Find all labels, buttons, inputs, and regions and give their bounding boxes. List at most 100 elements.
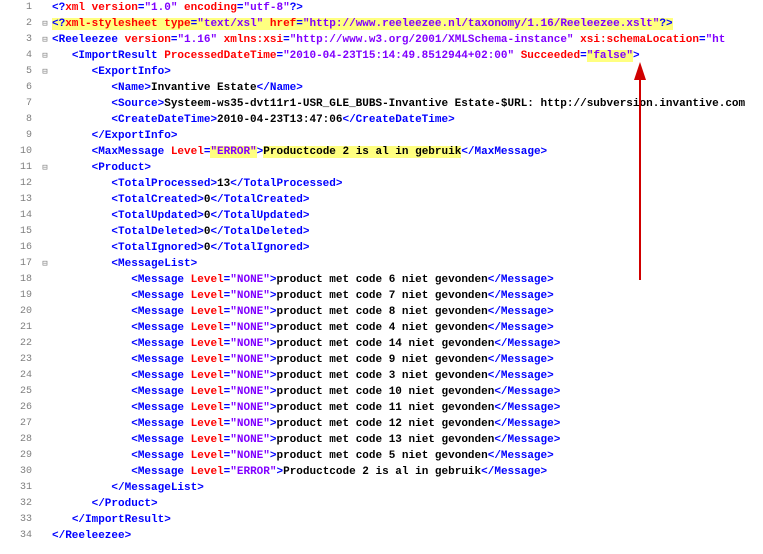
token: <TotalDeleted> bbox=[111, 226, 203, 238]
token: > bbox=[633, 50, 640, 62]
line-number: 1 bbox=[0, 0, 38, 16]
token: "2010-04-23T15:14:49.8512944+02:00" bbox=[283, 50, 514, 62]
token: <Message bbox=[131, 306, 190, 318]
code-line: 5⊟ <ExportInfo> bbox=[0, 64, 763, 80]
token: Level bbox=[191, 434, 224, 446]
token: "utf-8" bbox=[243, 2, 289, 14]
token: <Reeleezee bbox=[52, 34, 125, 46]
token: "NONE" bbox=[230, 418, 270, 430]
code-line: 17⊟ <MessageList> bbox=[0, 256, 763, 272]
token: 2010-04-23T13:47:06 bbox=[217, 114, 342, 126]
token: encoding bbox=[177, 2, 236, 14]
line-number: 32 bbox=[0, 496, 38, 512]
token: product met code 11 niet gevonden bbox=[276, 402, 494, 414]
fold-toggle[interactable]: ⊟ bbox=[38, 32, 52, 48]
token: product met code 13 niet gevonden bbox=[276, 434, 494, 446]
token: ?> bbox=[290, 2, 303, 14]
code-content: </ExportInfo> bbox=[52, 128, 763, 144]
line-number: 17 bbox=[0, 256, 38, 272]
code-line: 29 <Message Level="NONE">product met cod… bbox=[0, 448, 763, 464]
code-line: 27 <Message Level="NONE">product met cod… bbox=[0, 416, 763, 432]
token: </Message> bbox=[488, 354, 554, 366]
code-content: <Message Level="NONE">product met code 8… bbox=[52, 304, 763, 320]
code-line: 30 <Message Level="ERROR">Productcode 2 … bbox=[0, 464, 763, 480]
token: type bbox=[164, 18, 190, 30]
token: <Message bbox=[131, 450, 190, 462]
code-line: 2⊟<?xml-stylesheet type="text/xsl" href=… bbox=[0, 16, 763, 32]
code-content: <Message Level="NONE">product met code 1… bbox=[52, 384, 763, 400]
code-line: 9 </ExportInfo> bbox=[0, 128, 763, 144]
line-number: 33 bbox=[0, 512, 38, 528]
code-content: <Name>Invantive Estate</Name> bbox=[52, 80, 763, 96]
fold-toggle[interactable]: ⊟ bbox=[38, 48, 52, 64]
line-number: 21 bbox=[0, 320, 38, 336]
token: version bbox=[125, 34, 171, 46]
code-line: 20 <Message Level="NONE">product met cod… bbox=[0, 304, 763, 320]
token: Level bbox=[191, 418, 224, 430]
code-line: 13 <TotalCreated>0</TotalCreated> bbox=[0, 192, 763, 208]
code-line: 24 <Message Level="NONE">product met cod… bbox=[0, 368, 763, 384]
token: </Message> bbox=[494, 434, 560, 446]
token: </ImportResult> bbox=[72, 514, 171, 526]
code-line: 15 <TotalDeleted>0</TotalDeleted> bbox=[0, 224, 763, 240]
token: product met code 7 niet gevonden bbox=[276, 290, 487, 302]
token: <Message bbox=[131, 386, 190, 398]
code-content: <TotalProcessed>13</TotalProcessed> bbox=[52, 176, 763, 192]
token: <Message bbox=[131, 402, 190, 414]
token: "NONE" bbox=[230, 370, 270, 382]
token: "NONE" bbox=[230, 450, 270, 462]
code-content: <CreateDateTime>2010-04-23T13:47:06</Cre… bbox=[52, 112, 763, 128]
code-content: </Product> bbox=[52, 496, 763, 512]
token: "1.0" bbox=[144, 2, 177, 14]
code-line: 23 <Message Level="NONE">product met cod… bbox=[0, 352, 763, 368]
token: <Message bbox=[131, 434, 190, 446]
fold-toggle[interactable]: ⊟ bbox=[38, 256, 52, 272]
code-content: <Reeleezee version="1.16" xmlns:xsi="htt… bbox=[52, 32, 763, 48]
code-content: <Message Level="NONE">product met code 9… bbox=[52, 352, 763, 368]
token: <TotalProcessed> bbox=[111, 178, 217, 190]
token: Level bbox=[191, 274, 224, 286]
token: "NONE" bbox=[230, 274, 270, 286]
token: Level bbox=[191, 450, 224, 462]
line-number: 8 bbox=[0, 112, 38, 128]
code-line: 1 <?xml version="1.0" encoding="utf-8"?> bbox=[0, 0, 763, 16]
token: <Message bbox=[131, 322, 190, 334]
code-content: <Message Level="NONE">product met code 1… bbox=[52, 432, 763, 448]
code-content: <Message Level="NONE">product met code 3… bbox=[52, 368, 763, 384]
code-line: 28 <Message Level="NONE">product met cod… bbox=[0, 432, 763, 448]
fold-toggle[interactable]: ⊟ bbox=[38, 64, 52, 80]
token: </Reeleezee> bbox=[52, 530, 131, 542]
token: = bbox=[296, 18, 303, 30]
token: product met code 8 niet gevonden bbox=[276, 306, 487, 318]
token: <Name> bbox=[111, 82, 151, 94]
token: xml-stylesheet bbox=[65, 18, 164, 30]
token: Level bbox=[191, 354, 224, 366]
token: <ImportResult bbox=[72, 50, 164, 62]
code-content: <?xml version="1.0" encoding="utf-8"?> bbox=[52, 0, 763, 16]
code-content: <ImportResult ProcessedDateTime="2010-04… bbox=[52, 48, 763, 64]
line-number: 24 bbox=[0, 368, 38, 384]
code-content: <Message Level="NONE">product met code 4… bbox=[52, 320, 763, 336]
code-line: 21 <Message Level="NONE">product met cod… bbox=[0, 320, 763, 336]
token: product met code 12 niet gevonden bbox=[276, 418, 494, 430]
line-number: 13 bbox=[0, 192, 38, 208]
line-number: 3 bbox=[0, 32, 38, 48]
code-line: 12 <TotalProcessed>13</TotalProcessed> bbox=[0, 176, 763, 192]
code-line: 19 <Message Level="NONE">product met cod… bbox=[0, 288, 763, 304]
token: <CreateDateTime> bbox=[111, 114, 217, 126]
code-content: <?xml-stylesheet type="text/xsl" href="h… bbox=[52, 16, 763, 32]
line-number: 14 bbox=[0, 208, 38, 224]
token: </ExportInfo> bbox=[92, 130, 178, 142]
code-content: <Source>Systeem-ws35-dvt11r1-USR_GLE_BUB… bbox=[52, 96, 763, 112]
code-content: <MessageList> bbox=[52, 256, 763, 272]
code-content: <MaxMessage Level="ERROR">Productcode 2 … bbox=[52, 144, 763, 160]
fold-toggle[interactable]: ⊟ bbox=[38, 16, 52, 32]
line-number: 9 bbox=[0, 128, 38, 144]
code-line: 22 <Message Level="NONE">product met cod… bbox=[0, 336, 763, 352]
fold-toggle[interactable]: ⊟ bbox=[38, 160, 52, 176]
token: </TotalCreated> bbox=[210, 194, 309, 206]
token: Level bbox=[191, 322, 224, 334]
token: </Message> bbox=[488, 370, 554, 382]
token: </Message> bbox=[494, 402, 560, 414]
code-line: 11⊟ <Product> bbox=[0, 160, 763, 176]
